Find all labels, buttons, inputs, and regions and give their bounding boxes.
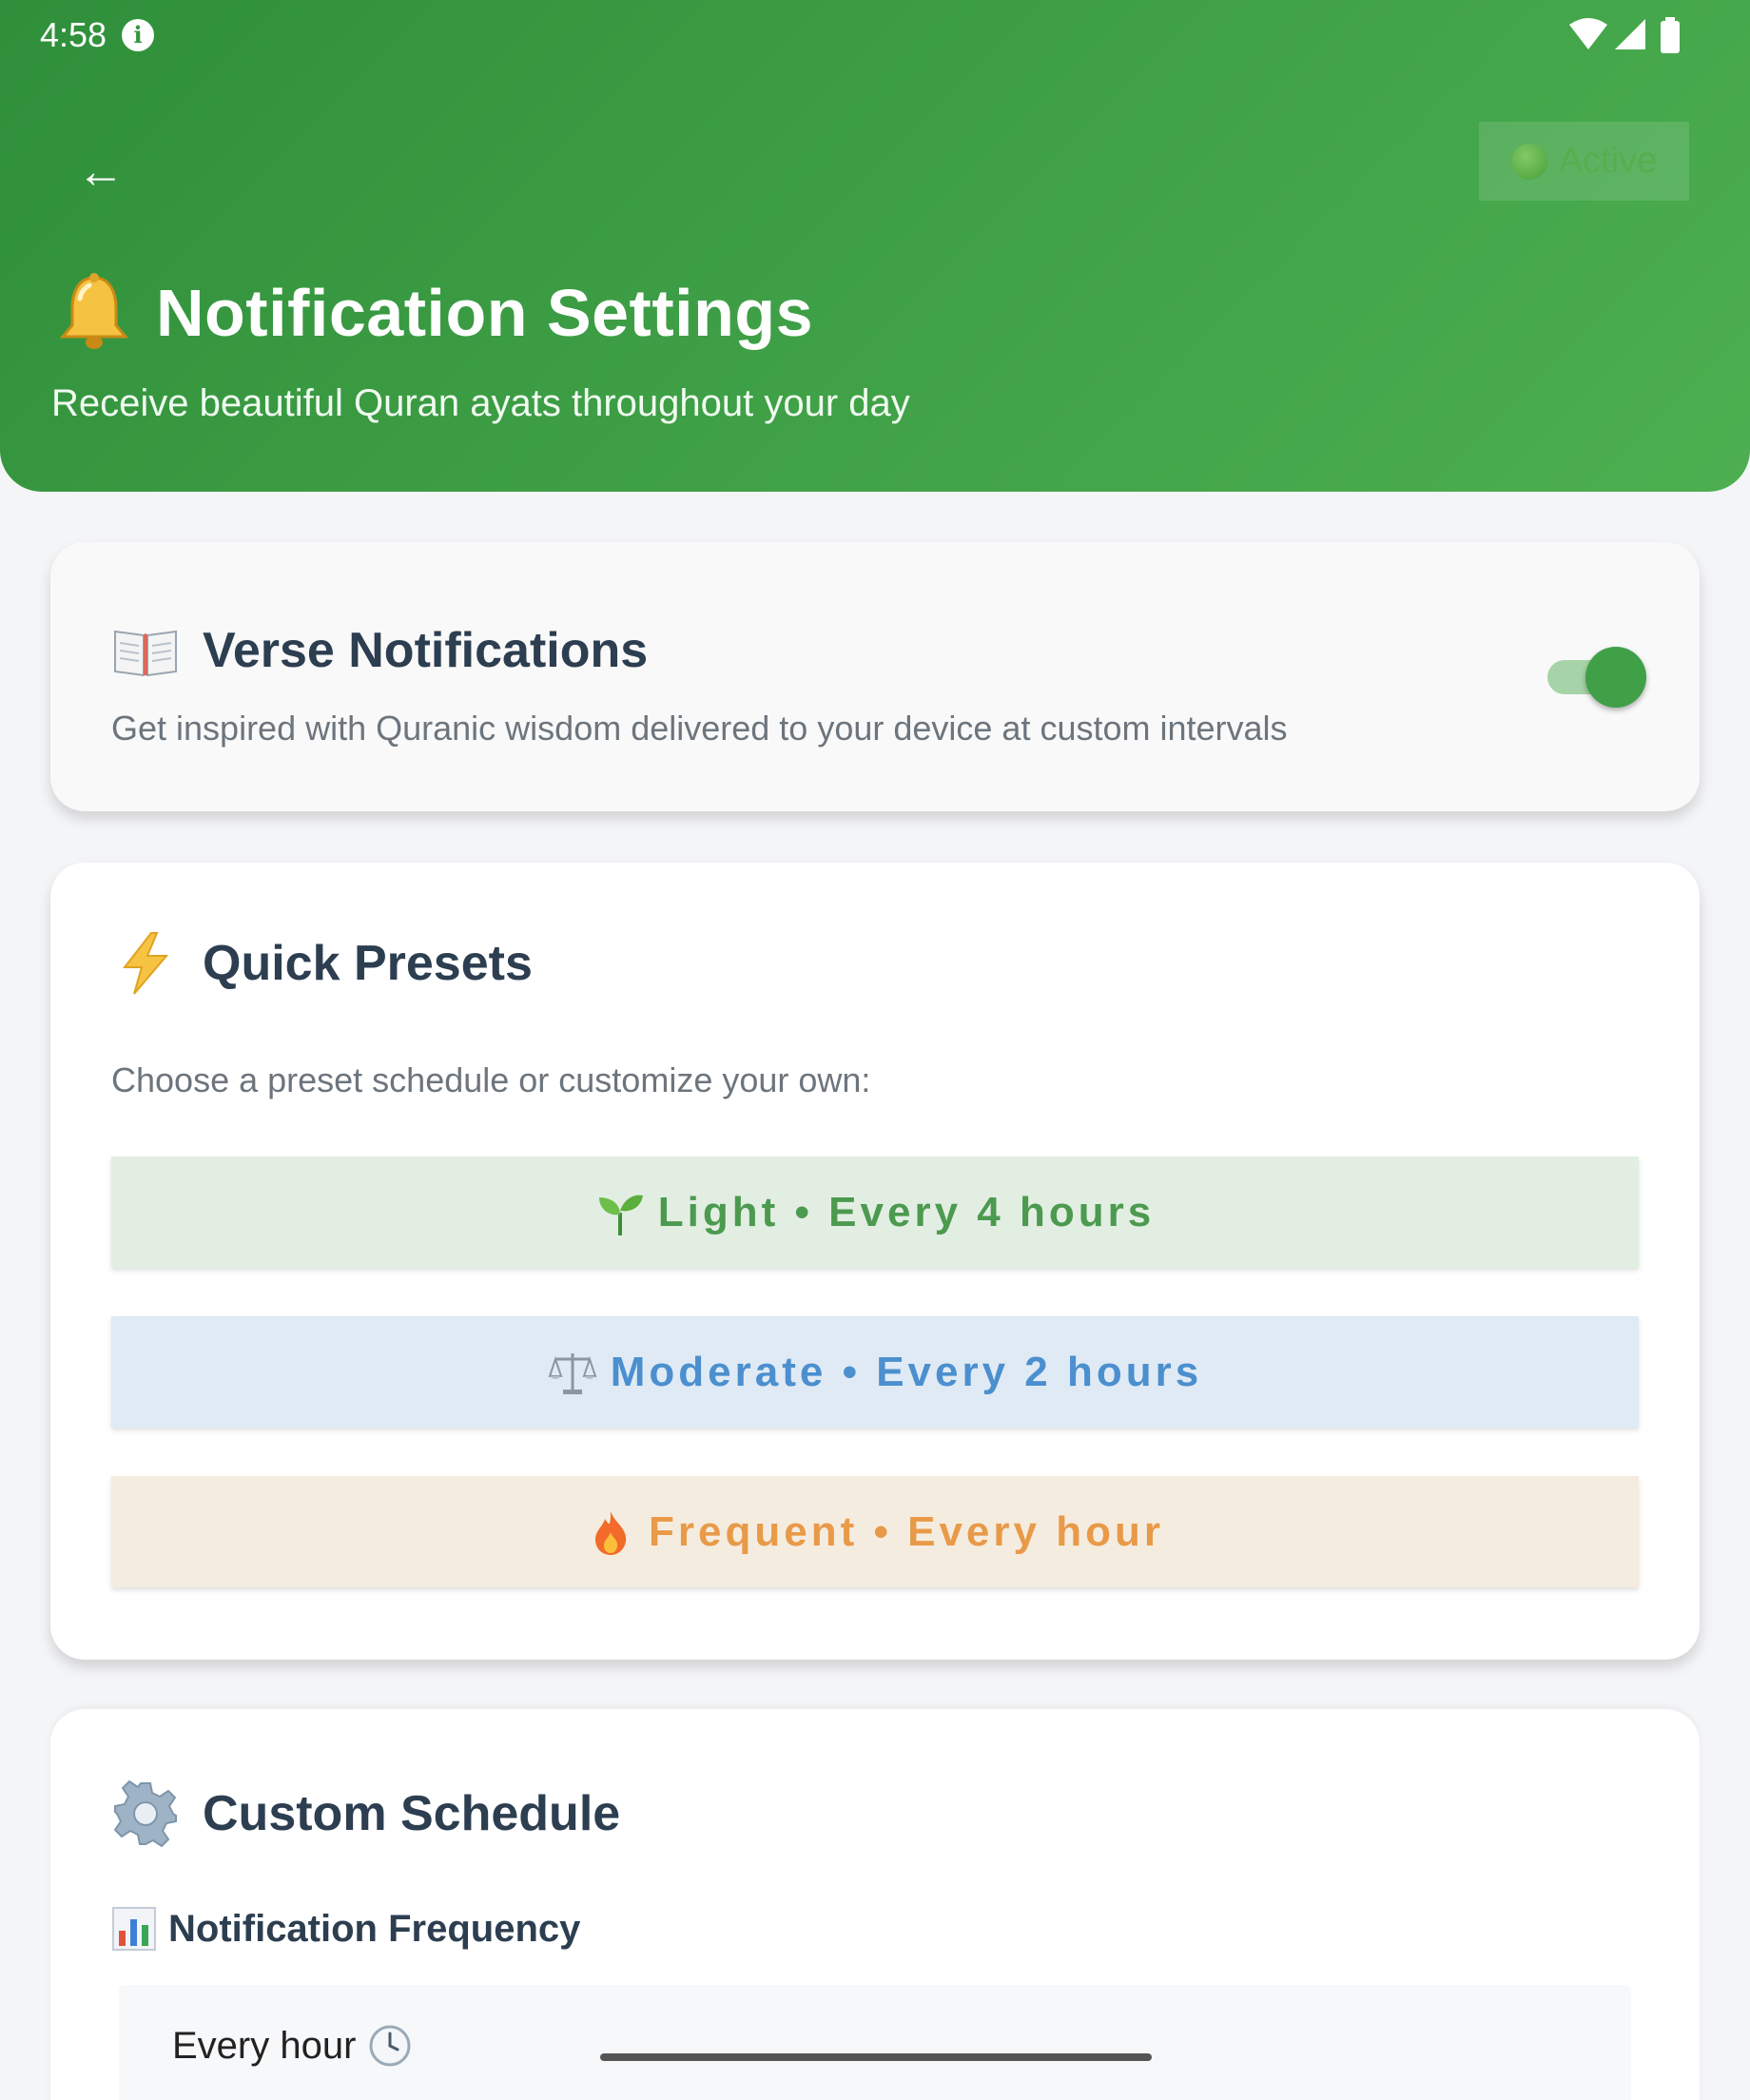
scales-icon — [548, 1352, 597, 1394]
back-arrow-icon[interactable]: ← — [72, 143, 129, 200]
lightning-icon — [122, 932, 169, 995]
open-book-icon — [114, 630, 177, 677]
toggle-knob — [1585, 647, 1646, 708]
quick-presets-card: Quick Presets Choose a preset schedule o… — [50, 863, 1700, 1660]
seedling-icon — [598, 1195, 643, 1235]
verse-notifications-title: Verse Notifications — [203, 623, 649, 678]
frequency-slider-panel: Every hour — [119, 1985, 1631, 2100]
preset-light-label: Light • Every 4 hours — [657, 1188, 1156, 1235]
verse-notifications-card: Verse Notifications Get inspired with Qu… — [50, 542, 1700, 811]
verse-notifications-description: Get inspired with Quranic wisdom deliver… — [111, 709, 1288, 748]
active-status-badge: Active — [1479, 122, 1689, 201]
preset-moderate-label: Moderate • Every 2 hours — [610, 1348, 1203, 1395]
bell-icon — [59, 273, 129, 349]
page-title-row: Notification Settings — [51, 270, 813, 356]
page-title: Notification Settings — [156, 276, 814, 350]
preset-frequent-button[interactable]: Frequent • Every hour — [111, 1476, 1639, 1587]
custom-schedule-title: Custom Schedule — [203, 1786, 621, 1841]
notification-frequency-label: Notification Frequency — [168, 1907, 581, 1950]
custom-schedule-card: Custom Schedule Notification Frequency E… — [50, 1709, 1700, 2100]
frequency-value-label: Every hour — [172, 2024, 357, 2067]
preset-moderate-button[interactable]: Moderate • Every 2 hours — [111, 1316, 1639, 1428]
page-subtitle: Receive beautiful Quran ayats throughout… — [51, 382, 910, 424]
preset-frequent-label: Frequent • Every hour — [649, 1507, 1164, 1555]
quick-presets-description: Choose a preset schedule or customize yo… — [111, 1060, 871, 1099]
verse-notifications-header: Verse Notifications — [111, 616, 648, 685]
green-circle-icon — [1510, 143, 1547, 180]
quick-presets-title: Quick Presets — [203, 936, 533, 991]
custom-schedule-header: Custom Schedule — [111, 1779, 620, 1848]
frequency-slider[interactable] — [600, 2053, 1152, 2061]
fire-icon — [595, 1510, 627, 1555]
frequency-value: Every hour — [172, 2023, 413, 2069]
notification-frequency-heading: Notification Frequency — [111, 1906, 580, 1952]
wifi-icon — [1569, 18, 1607, 49]
notification-settings-screen: 4:58 i ← Active Notification Settings Re… — [0, 0, 1750, 2100]
battery-icon — [1661, 17, 1680, 53]
signal-icon — [1615, 19, 1645, 49]
preset-light-button[interactable]: Light • Every 4 hours — [111, 1157, 1639, 1268]
info-icon: i — [122, 19, 154, 51]
header: 4:58 i ← Active Notification Settings Re… — [0, 0, 1750, 492]
status-bar: 4:58 i — [0, 0, 1750, 72]
status-time: 4:58 — [40, 15, 107, 54]
active-status-label: Active — [1558, 141, 1658, 181]
bar-chart-icon — [112, 1907, 156, 1951]
clock-icon — [369, 2025, 411, 2067]
gear-icon — [113, 1779, 177, 1848]
verse-notifications-toggle[interactable] — [1546, 647, 1646, 708]
quick-presets-header: Quick Presets — [111, 929, 533, 998]
status-icons — [1567, 17, 1687, 55]
